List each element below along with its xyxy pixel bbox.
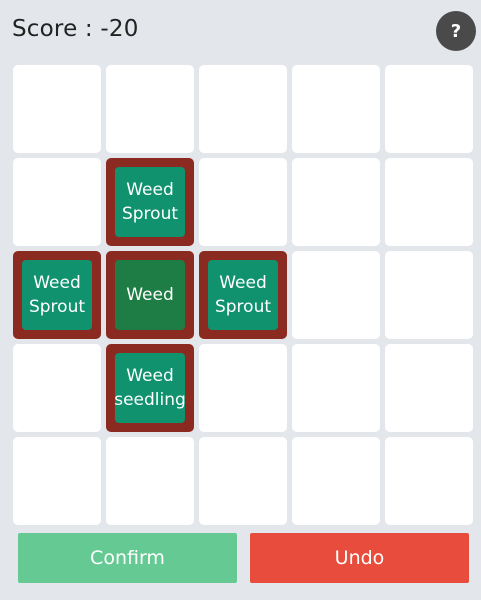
weed-sprout-tile: Weed Sprout [115, 167, 185, 237]
board-cell[interactable] [199, 437, 287, 525]
score-label: Score [12, 16, 78, 42]
board-cell[interactable] [292, 158, 380, 246]
help-icon: ? [450, 20, 462, 42]
board-cell[interactable] [199, 344, 287, 432]
board-cell[interactable] [292, 65, 380, 153]
weed-sprout-tile: Weed Sprout [208, 260, 278, 330]
board-cell-weed-sprout[interactable]: Weed Sprout [13, 251, 101, 339]
board-cell-weed-sprout[interactable]: Weed Sprout [106, 158, 194, 246]
board-cell[interactable] [385, 158, 473, 246]
weed-seedling-tile: Weed seedling [114, 353, 186, 423]
weed-tile: Weed [115, 260, 185, 330]
board-cell[interactable] [385, 251, 473, 339]
score-separator: : [77, 16, 101, 42]
board-cell[interactable] [385, 437, 473, 525]
weed-sprout-tile: Weed Sprout [22, 260, 92, 330]
board-cell[interactable] [13, 158, 101, 246]
board-cell[interactable] [292, 251, 380, 339]
board-cell[interactable] [13, 437, 101, 525]
board-cell[interactable] [106, 437, 194, 525]
board-cell[interactable] [385, 65, 473, 153]
board-cell-weed-sprout[interactable]: Weed Sprout [199, 251, 287, 339]
board-cell[interactable] [199, 65, 287, 153]
score-value: -20 [100, 16, 139, 42]
help-button[interactable]: ? [436, 11, 476, 51]
board-cell[interactable] [13, 344, 101, 432]
board-cell[interactable] [292, 344, 380, 432]
board-cell-weed-seedling[interactable]: Weed seedling [106, 344, 194, 432]
board-cell[interactable] [385, 344, 473, 432]
confirm-button[interactable]: Confirm [18, 533, 237, 583]
board-cell[interactable] [199, 158, 287, 246]
board-cell[interactable] [292, 437, 380, 525]
game-board: Weed Sprout Weed Sprout Weed Weed Sprout… [13, 65, 474, 526]
board-cell[interactable] [106, 65, 194, 153]
score-display: Score : -20 [12, 16, 139, 42]
board-cell[interactable] [13, 65, 101, 153]
board-cell-weed[interactable]: Weed [106, 251, 194, 339]
undo-button[interactable]: Undo [250, 533, 469, 583]
